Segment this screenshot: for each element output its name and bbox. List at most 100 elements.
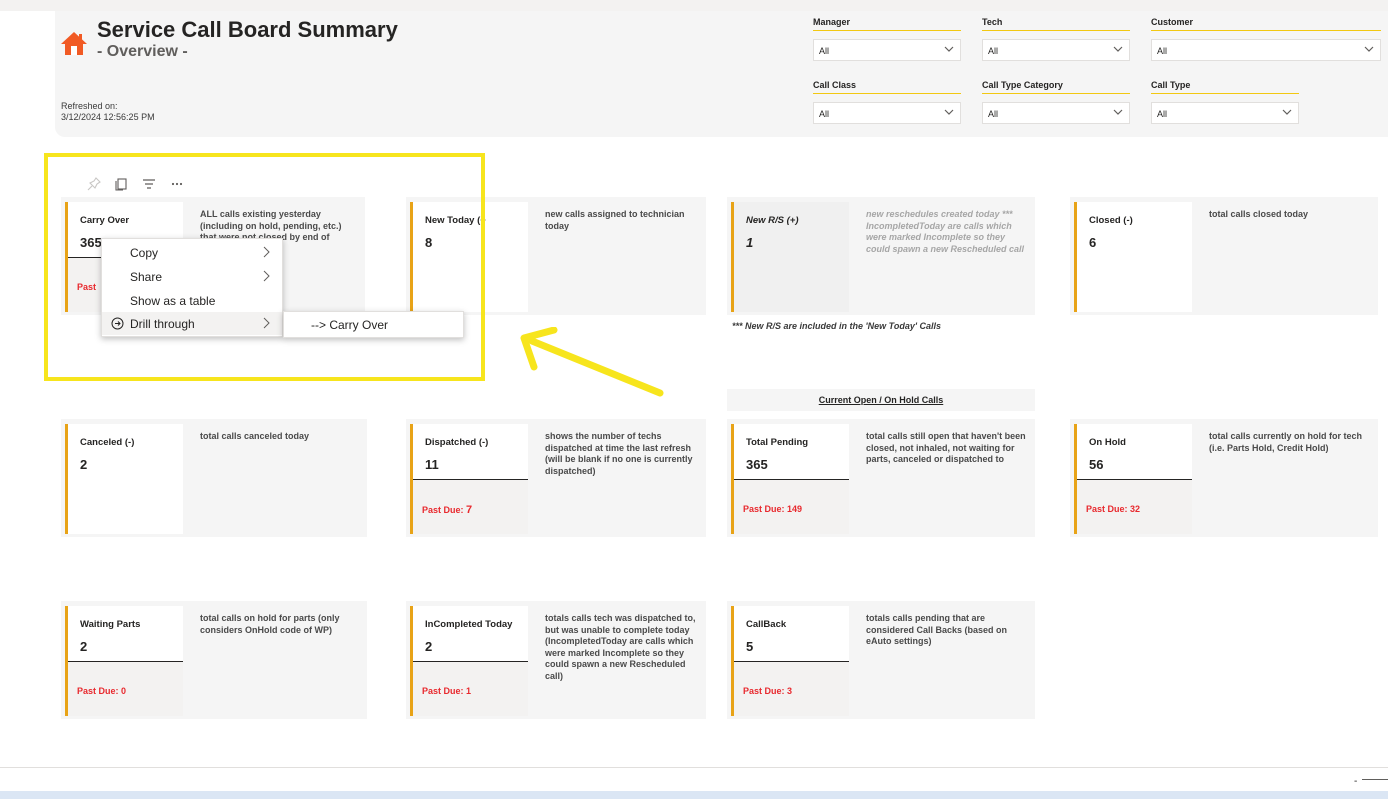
card-callback[interactable]: CallBack 5 Past Due: 3 totals calls pend…	[727, 601, 1035, 719]
card-on-hold[interactable]: On Hold 56 Past Due: 32 total calls curr…	[1070, 419, 1378, 537]
home-icon[interactable]	[60, 30, 88, 56]
annotation-arrow	[520, 327, 664, 397]
card-incompleted-today[interactable]: InCompleted Today 2 Past Due: 1 totals c…	[406, 601, 706, 719]
bottom-bar	[0, 767, 1388, 791]
menu-item-show-as-table[interactable]: Show as a table	[102, 289, 282, 312]
kpi-box: On Hold 56 Past Due: 32	[1074, 424, 1192, 534]
dropdown-value: All	[988, 109, 999, 119]
kpi-value: 6	[1089, 235, 1097, 250]
kpi-description: total calls currently on hold for tech (…	[1209, 431, 1363, 453]
past-due-label: Past Due: 32	[1086, 504, 1141, 514]
card-waiting-parts[interactable]: Waiting Parts 2 Past Due: 0 total calls …	[61, 601, 367, 719]
tech-dropdown[interactable]: All	[982, 39, 1130, 61]
kpi-description: total calls still open that haven't been…	[866, 431, 1026, 464]
zoom-out-icon[interactable]: -	[1354, 776, 1357, 787]
kpi-name: Closed (-)	[1089, 215, 1133, 226]
dropdown-value: All	[819, 46, 830, 56]
menu-item-label: Show as a table	[130, 294, 216, 308]
kpi-name: Waiting Parts	[80, 619, 141, 630]
past-due-label: Past Due: 3	[743, 686, 793, 696]
top-strip	[0, 0, 1388, 11]
kpi-value: 5	[746, 639, 754, 654]
slicer-label: Call Class	[813, 80, 961, 94]
dropdown-value: All	[1157, 46, 1168, 56]
kpi-value: 1	[746, 235, 754, 250]
context-menu: Copy Share Show as a table Drill through	[101, 238, 283, 337]
refreshed-label: Refreshed on:	[61, 101, 118, 111]
current-open-header: Current Open / On Hold Calls	[727, 389, 1035, 411]
call-type-category-dropdown[interactable]: All	[982, 102, 1130, 124]
kpi-box: Waiting Parts 2 Past Due: 0	[65, 606, 183, 716]
slicer-customer: Customer All	[1151, 17, 1381, 61]
kpi-name: Total Pending	[746, 437, 809, 448]
kpi-box: Canceled (-) 2	[65, 424, 183, 534]
rs-note: *** New R/S are included in the 'New Tod…	[732, 321, 941, 331]
card-total-pending[interactable]: Total Pending 365 Past Due: 149 total ca…	[727, 419, 1035, 537]
chevron-down-icon	[1282, 109, 1292, 115]
slicer-call-type-category: Call Type Category All	[982, 80, 1130, 124]
kpi-description: total calls on hold for parts (only cons…	[200, 613, 340, 635]
kpi-box: InCompleted Today 2 Past Due: 1	[410, 606, 528, 716]
kpi-box: New R/S (+) 1	[731, 202, 849, 312]
chevron-down-icon	[944, 109, 954, 115]
card-closed[interactable]: Closed (-) 6 total calls closed today	[1070, 197, 1378, 315]
kpi-description: total calls closed today	[1209, 209, 1309, 219]
taskbar	[0, 791, 1388, 799]
menu-item-label: Drill through	[130, 317, 195, 331]
kpi-name: On Hold	[1089, 437, 1126, 448]
submenu-item-carry-over[interactable]: --> Carry Over	[283, 311, 464, 338]
kpi-name: InCompleted Today	[425, 619, 513, 630]
slicer-label: Call Type	[1151, 80, 1299, 94]
kpi-value: 2	[425, 639, 433, 654]
past-due-area: Past Due: 3	[734, 661, 849, 716]
more-options-icon[interactable]	[169, 176, 185, 192]
submenu-item-label: --> Carry Over	[311, 318, 389, 332]
kpi-description: totals calls pending that are considered…	[866, 613, 1008, 646]
past-due-label: Past Due: 0	[77, 686, 127, 696]
card-dispatched[interactable]: Dispatched (-) 11 Past Due: 7 shows the …	[406, 419, 706, 537]
dropdown-value: All	[1157, 109, 1168, 119]
kpi-name: New R/S (+)	[746, 215, 799, 226]
refreshed-value: 3/12/2024 12:56:25 PM	[61, 112, 155, 122]
call-type-dropdown[interactable]: All	[1151, 102, 1299, 124]
call-class-dropdown[interactable]: All	[813, 102, 961, 124]
menu-item-drill-through[interactable]: Drill through	[102, 312, 282, 335]
chevron-down-icon	[1113, 109, 1123, 115]
customer-dropdown[interactable]: All	[1151, 39, 1381, 61]
card-canceled[interactable]: Canceled (-) 2 total calls canceled toda…	[61, 419, 367, 537]
copy-icon[interactable]	[113, 176, 129, 192]
slicer-label: Customer	[1151, 17, 1381, 31]
menu-item-label: Share	[130, 270, 163, 284]
menu-item-share[interactable]: Share	[102, 265, 282, 288]
past-due-label: Past Due: 149	[743, 504, 803, 514]
kpi-box: Dispatched (-) 11 Past Due: 7	[410, 424, 528, 534]
kpi-description: total calls canceled today	[200, 431, 310, 441]
past-due-area: Past Due: 149	[734, 479, 849, 534]
past-due-area: Past Due: 0	[68, 661, 183, 716]
kpi-box: Total Pending 365 Past Due: 149	[731, 424, 849, 534]
manager-dropdown[interactable]: All	[813, 39, 961, 61]
kpi-value: 2	[80, 457, 88, 472]
dropdown-value: All	[988, 46, 999, 56]
past-due-area: Past Due: 1	[413, 661, 528, 716]
kpi-description: totals calls tech was dispatched to, but…	[545, 613, 696, 681]
pin-icon[interactable]	[86, 176, 102, 192]
dropdown-value: All	[819, 109, 830, 119]
kpi-description: new calls assigned to technician today	[545, 209, 685, 231]
chevron-down-icon	[944, 46, 954, 52]
filter-icon[interactable]	[141, 176, 157, 192]
card-new-rs[interactable]: New R/S (+) 1 new reschedules created to…	[727, 197, 1035, 315]
chevron-right-icon	[263, 270, 270, 282]
slicer-label: Call Type Category	[982, 80, 1130, 94]
visual-toolbar	[86, 176, 196, 194]
menu-item-label: Copy	[130, 246, 159, 260]
kpi-name: Dispatched (-)	[425, 437, 489, 448]
kpi-name: CallBack	[746, 619, 787, 630]
past-due-area: Past Due: 32	[1077, 479, 1192, 534]
kpi-value: 365	[746, 457, 768, 472]
page-subtitle: - Overview -	[97, 43, 188, 60]
kpi-name: Canceled (-)	[80, 437, 135, 448]
chevron-down-icon	[1113, 46, 1123, 52]
zoom-slider[interactable]	[1362, 779, 1388, 780]
menu-item-copy[interactable]: Copy	[102, 241, 282, 264]
